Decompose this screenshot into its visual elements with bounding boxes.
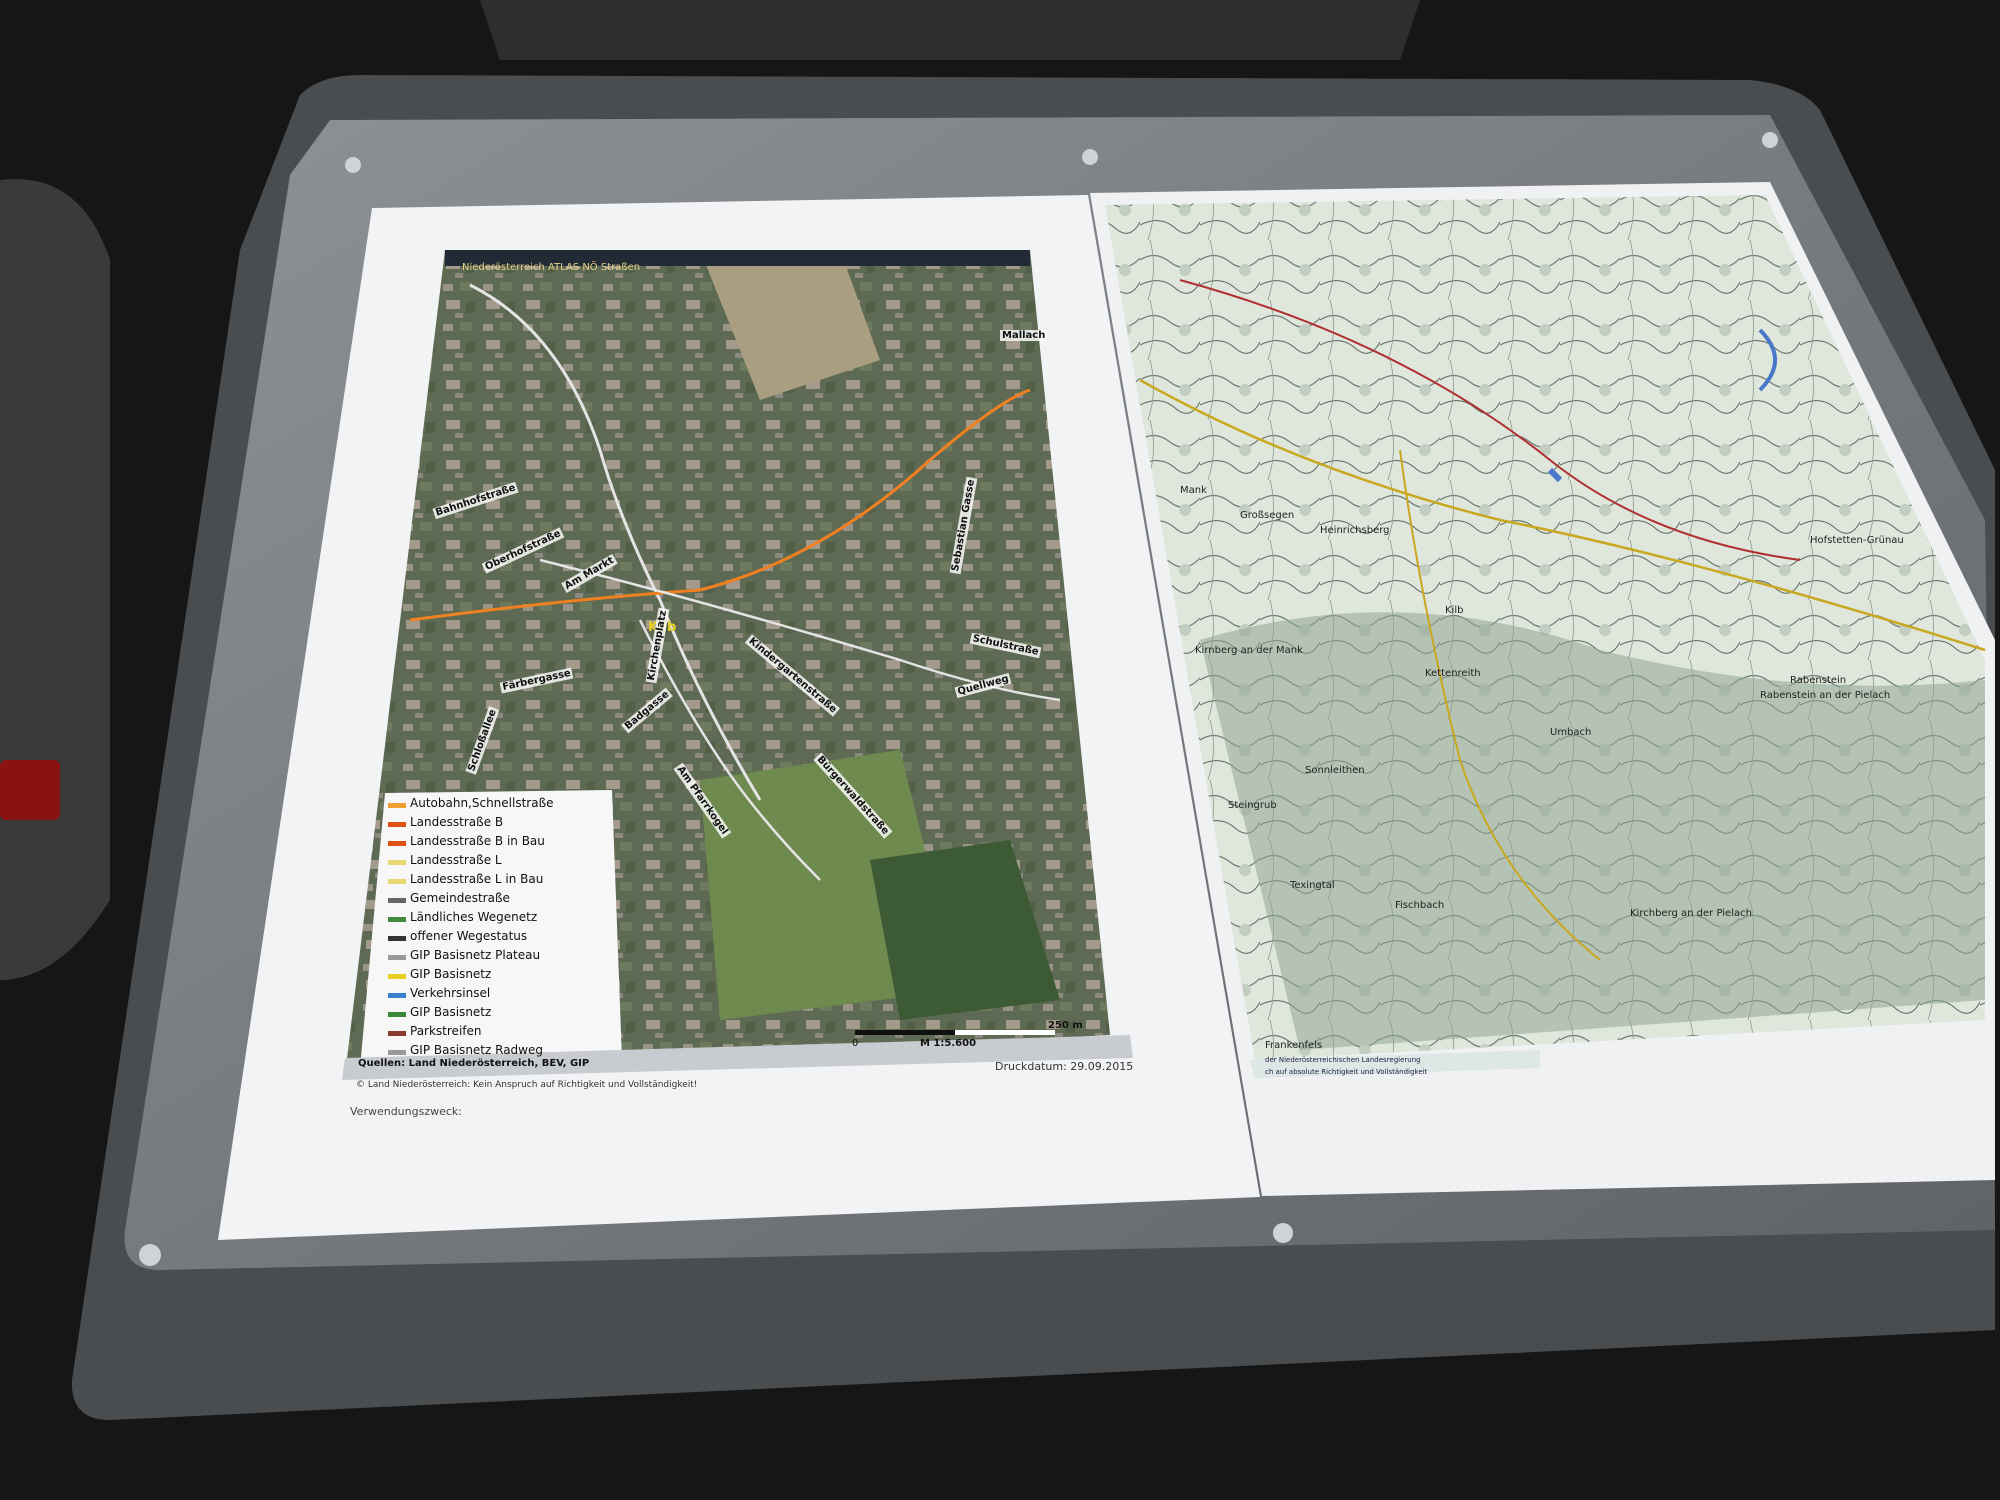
- screw-icon: [139, 1244, 161, 1266]
- legend-swatch: [388, 955, 406, 960]
- legend-item-label: GIP Basisnetz Plateau: [410, 948, 541, 962]
- screw-icon: [1082, 149, 1098, 165]
- place-label: Großsegen: [1240, 510, 1295, 521]
- place-label: Heinrichsberg: [1320, 525, 1390, 536]
- legend-swatch: [388, 841, 406, 846]
- legend-item-label: Gemeindestraße: [410, 891, 510, 905]
- print-date: Druckdatum: 29.09.2015: [995, 1060, 1134, 1073]
- seat-left: [0, 179, 110, 980]
- place-label: Kirchberg an der Pielach: [1630, 908, 1752, 919]
- legend-swatch: [388, 936, 406, 941]
- place-label: Steingrub: [1228, 800, 1277, 811]
- legend-item-label: Landesstraße L: [410, 853, 502, 867]
- seat-back: [480, 0, 1420, 60]
- legend-item-label: GIP Basisnetz: [410, 1005, 492, 1019]
- seat-buckle: [0, 760, 60, 820]
- legend-item-label: Verkehrsinsel: [410, 986, 491, 1000]
- legend-item-label: Autobahn,Schnellstraße: [410, 796, 554, 810]
- screw-icon: [1762, 132, 1778, 148]
- legend-swatch: [388, 860, 406, 865]
- atlas-header: Niederösterreich ATLAS NÖ Straßen: [462, 262, 641, 273]
- legend-swatch: [388, 974, 406, 979]
- map-footer: der Niederösterreichischen Landesregieru…: [1265, 1056, 1421, 1064]
- scale-end: 250 m: [1048, 1020, 1083, 1031]
- usage-purpose: Verwendungszweck:: [350, 1105, 462, 1118]
- legend-swatch: [388, 822, 406, 827]
- place-label: Kirnberg an der Mank: [1195, 645, 1303, 656]
- street-label: Mallach: [1000, 330, 1048, 341]
- legend-item-label: Ländliches Wegenetz: [410, 910, 538, 924]
- legend-swatch: [388, 1031, 406, 1036]
- place-label: Rabenstein an der Pielach: [1760, 690, 1891, 701]
- legend-item-label: GIP Basisnetz Radweg: [410, 1043, 543, 1057]
- legend-swatch: [388, 898, 406, 903]
- place-label: Frankenfels: [1265, 1040, 1323, 1051]
- legend-item-label: Parkstreifen: [410, 1024, 482, 1038]
- legend-item-label: Landesstraße B in Bau: [410, 834, 545, 848]
- legend-swatch: [388, 879, 406, 884]
- place-label: Kilb: [1445, 605, 1464, 616]
- legend-swatch: [388, 917, 406, 922]
- scale-ratio: M 1:5.600: [920, 1038, 977, 1049]
- photo-scene: [0, 0, 1995, 1420]
- legend-swatch: [388, 993, 406, 998]
- place-label: Rabenstein: [1790, 675, 1847, 686]
- place-label: Hofstetten-Grünau: [1810, 535, 1904, 546]
- place-label: Fischbach: [1395, 900, 1445, 911]
- map-copyright: © Land Niederösterreich: Kein Anspruch a…: [356, 1080, 698, 1090]
- place-label: Texingtal: [1290, 880, 1335, 891]
- map-footer-2: ch auf absolute Richtigkeit und Vollstän…: [1265, 1068, 1428, 1076]
- legend-item-label: GIP Basisnetz: [410, 967, 492, 981]
- place-label: Sonnleithen: [1305, 765, 1365, 776]
- legend-swatch: [388, 1012, 406, 1017]
- legend-swatch: [388, 803, 406, 808]
- screw-icon: [1273, 1223, 1293, 1243]
- legend-item-label: Landesstraße B: [410, 815, 504, 829]
- scale-zero: 0: [852, 1038, 859, 1049]
- legend-swatch: [388, 1050, 406, 1055]
- map-sources: Quellen: Land Niederösterreich, BEV, GIP: [358, 1058, 590, 1069]
- screw-icon: [345, 157, 361, 173]
- place-label: Umbach: [1550, 727, 1592, 738]
- legend-item-label: offener Wegestatus: [410, 929, 528, 943]
- place-label: Mank: [1180, 485, 1207, 496]
- place-label: Kettenreith: [1425, 668, 1481, 679]
- legend-item-label: Landesstraße L in Bau: [410, 872, 544, 886]
